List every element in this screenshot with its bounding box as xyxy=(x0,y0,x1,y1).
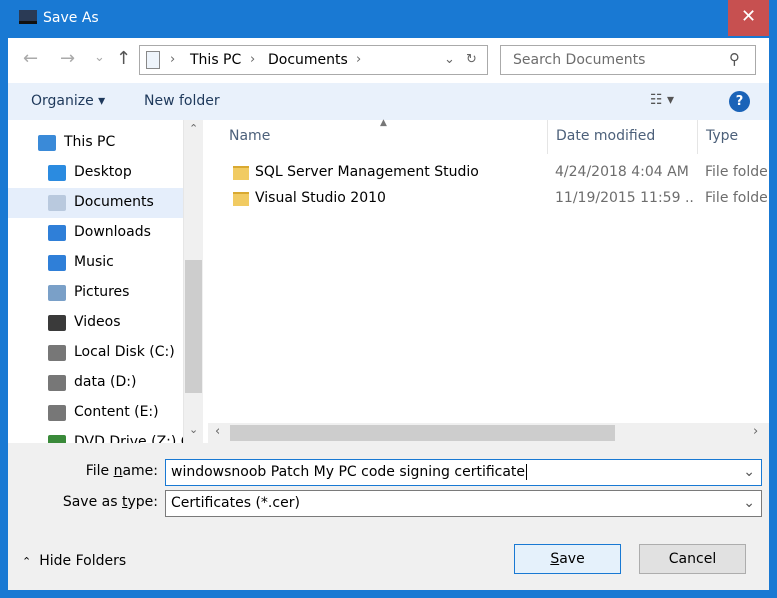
scroll-right-icon[interactable]: › xyxy=(753,424,758,439)
scroll-left-icon[interactable]: ‹ xyxy=(215,424,220,439)
computer-icon xyxy=(38,135,56,151)
folder-icon xyxy=(233,192,249,206)
scrollbar-thumb[interactable] xyxy=(185,260,202,393)
sidebar-item-label: Pictures xyxy=(74,284,130,300)
sidebar-item[interactable]: Local Disk (C:) xyxy=(8,338,183,368)
file-list-horizontal-scrollbar[interactable]: ‹ › xyxy=(208,423,769,443)
hide-folders-label: Hide Folders xyxy=(39,553,127,569)
save-as-type-value: Certificates (*.cer) xyxy=(171,495,300,511)
sidebar-item-label: Content (E:) xyxy=(74,404,159,420)
hide-folders-button[interactable]: ⌃ Hide Folders xyxy=(22,553,126,569)
save-as-type-label: Save as type: xyxy=(62,494,158,510)
save-options-panel: File name: windowsnoob Patch My PC code … xyxy=(8,443,769,590)
new-folder-button[interactable]: New folder xyxy=(144,93,220,109)
downloads-icon xyxy=(48,225,66,241)
navigation-bar: ← → ⌄ ↑ › This PC › Documents › ⌄ ↻ Sear… xyxy=(8,38,769,82)
chevron-up-icon: ⌃ xyxy=(22,555,32,568)
recent-locations-button[interactable]: ⌄ xyxy=(94,50,105,65)
save-as-type-select[interactable]: Certificates (*.cer) ⌄ xyxy=(165,490,762,517)
documents-icon xyxy=(146,51,160,69)
sidebar-item[interactable]: Videos xyxy=(8,308,183,338)
file-name-value: windowsnoob Patch My PC code signing cer… xyxy=(171,464,526,480)
file-row[interactable]: SQL Server Management Studio 4/24/2018 4… xyxy=(208,160,769,186)
sidebar-item-label: Downloads xyxy=(74,224,151,240)
file-row[interactable]: Visual Studio 2010 11/19/2015 11:59 ... … xyxy=(208,186,769,212)
sidebar-item[interactable]: Music xyxy=(8,248,183,278)
scrollbar-thumb[interactable] xyxy=(230,425,615,441)
sidebar-item[interactable]: Pictures xyxy=(8,278,183,308)
app-icon xyxy=(19,10,37,24)
desktop-icon xyxy=(48,165,66,181)
sidebar-item[interactable]: Documents xyxy=(8,188,183,218)
file-name-input[interactable]: windowsnoob Patch My PC code signing cer… xyxy=(165,459,762,486)
drive-icon xyxy=(48,375,66,391)
pictures-icon xyxy=(48,285,66,301)
file-type: File folder xyxy=(705,190,769,206)
folder-icon xyxy=(233,166,249,180)
file-date: 4/24/2018 4:04 AM xyxy=(555,164,689,180)
address-bar[interactable]: › This PC › Documents › ⌄ ↻ xyxy=(139,45,488,75)
dialog-client: ← → ⌄ ↑ › This PC › Documents › ⌄ ↻ Sear… xyxy=(8,38,769,590)
breadcrumb-separator: › xyxy=(356,52,362,67)
breadcrumb-documents[interactable]: Documents xyxy=(268,52,348,68)
navigation-pane: This PC Desktop Documents Downloads Music Pic… xyxy=(8,120,203,443)
dropdown-icon[interactable]: ⌄ xyxy=(444,52,455,67)
chevron-down-icon[interactable]: ⌄ xyxy=(743,464,755,480)
videos-icon xyxy=(48,315,66,331)
drive-icon xyxy=(48,345,66,361)
sidebar-item[interactable]: data (D:) xyxy=(8,368,183,398)
forward-button[interactable]: → xyxy=(60,48,75,69)
search-icon[interactable]: ⚲ xyxy=(729,50,740,68)
organize-button[interactable]: Organize ▾ xyxy=(31,93,105,109)
sidebar-item[interactable]: DVD Drive (Z:) C xyxy=(8,428,191,443)
sidebar-item[interactable]: Content (E:) xyxy=(8,398,183,428)
close-button[interactable]: ✕ xyxy=(728,0,769,36)
sidebar-item[interactable]: This PC xyxy=(8,128,183,158)
search-input[interactable]: Search Documents ⚲ xyxy=(500,45,756,75)
up-button[interactable]: ↑ xyxy=(116,48,131,69)
scroll-down-icon[interactable]: ⌄ xyxy=(189,423,198,436)
sidebar-item-label: Documents xyxy=(74,194,154,210)
search-placeholder: Search Documents xyxy=(513,52,646,68)
cancel-button[interactable]: Cancel xyxy=(639,544,746,574)
scroll-up-icon[interactable]: ⌃ xyxy=(189,122,198,135)
refresh-icon[interactable]: ↻ xyxy=(466,52,477,67)
sidebar-item-label: Music xyxy=(74,254,114,270)
window-title: Save As xyxy=(43,10,99,26)
drive-icon xyxy=(48,405,66,421)
sidebar-item[interactable]: Desktop xyxy=(8,158,183,188)
documents-icon xyxy=(48,195,66,211)
sidebar-item-label: This PC xyxy=(64,134,116,150)
sidebar-item-label: Desktop xyxy=(74,164,132,180)
column-header-type[interactable]: Type xyxy=(698,120,777,154)
breadcrumb-this-pc[interactable]: This PC xyxy=(190,52,241,68)
save-button[interactable]: Save xyxy=(514,544,621,574)
back-button[interactable]: ← xyxy=(23,48,38,69)
column-header-date-modified[interactable]: Date modified xyxy=(548,120,698,154)
title-bar: Save As ✕ xyxy=(0,0,777,38)
sidebar-item-label: DVD Drive (Z:) C xyxy=(74,434,191,443)
help-button[interactable]: ? xyxy=(729,91,750,112)
file-name: Visual Studio 2010 xyxy=(255,190,386,206)
dvd-drive-icon xyxy=(48,435,66,443)
breadcrumb-separator: › xyxy=(170,52,176,67)
sidebar-item-label: Videos xyxy=(74,314,121,330)
file-name-label: File name: xyxy=(85,463,158,479)
sidebar-item-label: data (D:) xyxy=(74,374,137,390)
breadcrumb-separator: › xyxy=(250,52,256,67)
file-list: ▲ Name Date modified Type SQL Server Man… xyxy=(208,118,769,443)
view-options-button[interactable]: ☷ ▾ xyxy=(650,92,674,108)
sidebar-item-label: Local Disk (C:) xyxy=(74,344,175,360)
file-type: File folder xyxy=(705,164,769,180)
file-date: 11/19/2015 11:59 ... xyxy=(555,190,695,206)
command-bar: Organize ▾ New folder ☷ ▾ ? xyxy=(8,83,769,120)
chevron-down-icon[interactable]: ⌄ xyxy=(743,495,755,511)
sidebar-item[interactable]: Downloads xyxy=(8,218,183,248)
column-header-name[interactable]: Name xyxy=(221,120,548,154)
music-icon xyxy=(48,255,66,271)
file-name: SQL Server Management Studio xyxy=(255,164,479,180)
